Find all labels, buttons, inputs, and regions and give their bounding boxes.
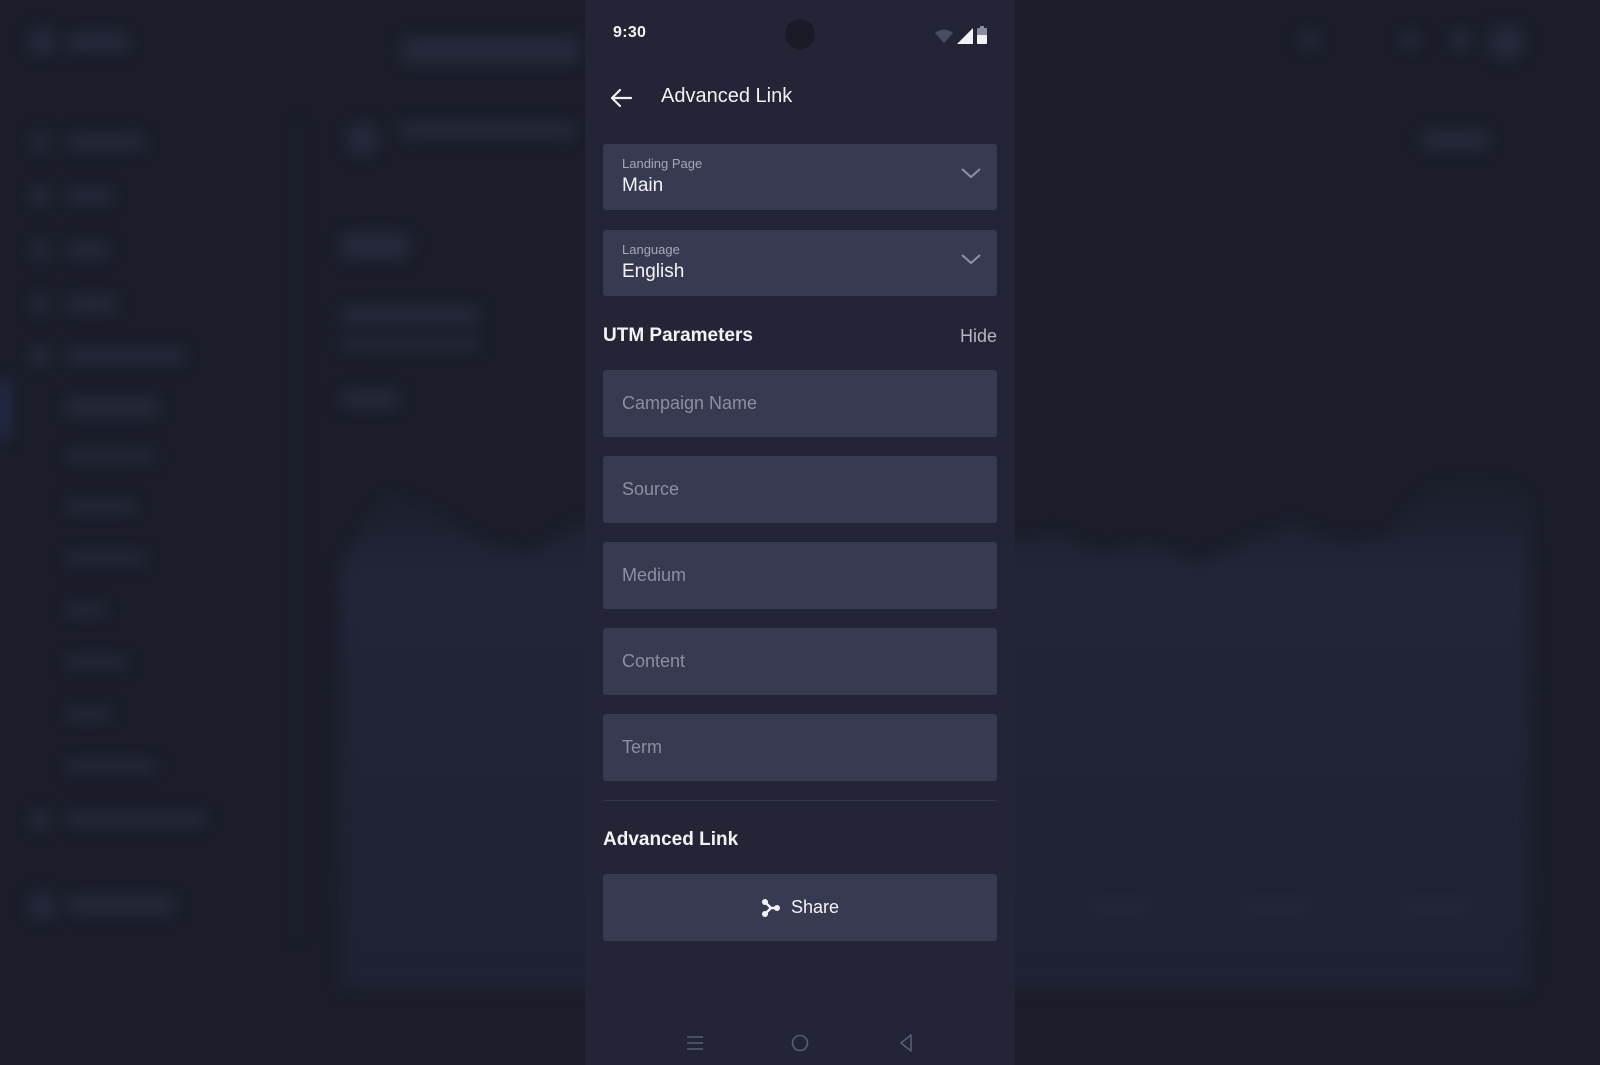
system-nav-bar xyxy=(585,1005,1015,1065)
bg-sidebar-label xyxy=(66,812,206,826)
bg-text-shape xyxy=(398,122,578,138)
bg-title-shape xyxy=(400,36,580,64)
share-button[interactable]: Share xyxy=(603,874,997,941)
home-icon xyxy=(791,1034,809,1052)
nav-back-button[interactable] xyxy=(888,1025,924,1061)
phone-screen: 9:30 Advanced Link Landing Page Main Lan… xyxy=(585,0,1015,1065)
back-icon xyxy=(900,1034,912,1052)
bg-logo-text-shape xyxy=(66,32,130,52)
bg-sidebar-label xyxy=(66,188,114,204)
bg-sidebar-label xyxy=(66,450,156,462)
recent-apps-icon xyxy=(687,1036,703,1050)
bg-sidebar-icon xyxy=(28,892,56,920)
bg-icon-shape xyxy=(1300,30,1320,50)
bg-sidebar-label xyxy=(66,348,186,364)
hide-utm-button[interactable]: Hide xyxy=(960,326,997,347)
language-select[interactable]: Language English xyxy=(603,230,997,296)
arrow-left-icon xyxy=(610,88,632,108)
battery-icon xyxy=(977,26,987,44)
landing-page-value: Main xyxy=(622,175,664,196)
recent-apps-button[interactable] xyxy=(677,1025,713,1061)
source-input[interactable] xyxy=(603,456,997,523)
bg-sidebar-label xyxy=(66,296,118,312)
landing-page-label: Landing Page xyxy=(622,156,703,171)
bg-divider xyxy=(297,120,299,940)
bg-sidebar-icon xyxy=(30,186,50,206)
bg-sidebar-icon xyxy=(30,240,50,260)
medium-input[interactable] xyxy=(603,542,997,609)
home-button[interactable] xyxy=(782,1025,818,1061)
wifi-icon xyxy=(935,29,953,43)
bg-sidebar-label xyxy=(66,708,110,720)
bg-accent xyxy=(0,380,8,440)
bg-text-shape xyxy=(340,306,480,324)
bg-avatar-shape xyxy=(1488,24,1524,60)
bg-sidebar-label xyxy=(66,760,156,772)
bg-sidebar-icon xyxy=(30,346,50,366)
content-input[interactable] xyxy=(603,628,997,695)
bg-sidebar-label xyxy=(64,398,160,416)
bg-avatar-shape xyxy=(345,122,379,156)
share-icon xyxy=(761,898,780,917)
bg-sidebar-label xyxy=(66,242,110,258)
bg-text-shape xyxy=(340,338,480,350)
status-bar: 9:30 xyxy=(585,0,1015,66)
bg-sidebar-label xyxy=(66,500,136,512)
bg-text-shape xyxy=(340,390,400,408)
utm-section-header: UTM Parameters Hide xyxy=(603,316,997,356)
advanced-link-form: Landing Page Main Language English UTM P… xyxy=(603,144,997,941)
status-icons xyxy=(935,26,987,44)
back-button[interactable] xyxy=(601,78,641,118)
bg-sidebar-icon xyxy=(30,810,50,830)
bg-sidebar-label xyxy=(66,896,176,914)
bg-sidebar-icon xyxy=(30,294,50,314)
term-input[interactable] xyxy=(603,714,997,781)
cellular-signal-icon xyxy=(957,28,973,44)
bg-sidebar-label xyxy=(66,134,146,150)
language-label: Language xyxy=(622,242,680,257)
bg-sidebar-label xyxy=(66,604,106,616)
section-divider xyxy=(603,800,997,801)
bg-sidebar-label xyxy=(66,656,126,668)
landing-page-select[interactable]: Landing Page Main xyxy=(603,144,997,210)
bg-icon-shape xyxy=(1450,30,1470,50)
advanced-link-section-title: Advanced Link xyxy=(603,829,739,850)
utm-section-title: UTM Parameters xyxy=(603,325,753,346)
status-time: 9:30 xyxy=(613,24,647,41)
share-label: Share xyxy=(790,897,840,917)
bg-sidebar-label xyxy=(66,552,146,564)
page-title: Advanced Link xyxy=(661,85,793,107)
bg-stat-shape xyxy=(340,232,410,260)
bg-button-shape xyxy=(1420,130,1490,150)
chevron-down-icon xyxy=(961,168,981,179)
camera-cutout xyxy=(785,19,815,49)
chevron-down-icon xyxy=(961,254,981,265)
language-value: English xyxy=(622,261,685,282)
app-bar: Advanced Link xyxy=(585,66,1015,130)
bg-sidebar-icon xyxy=(30,132,50,152)
campaign-name-input[interactable] xyxy=(603,370,997,437)
bg-icon-shape xyxy=(1400,30,1420,50)
bg-logo-shape xyxy=(28,28,56,56)
